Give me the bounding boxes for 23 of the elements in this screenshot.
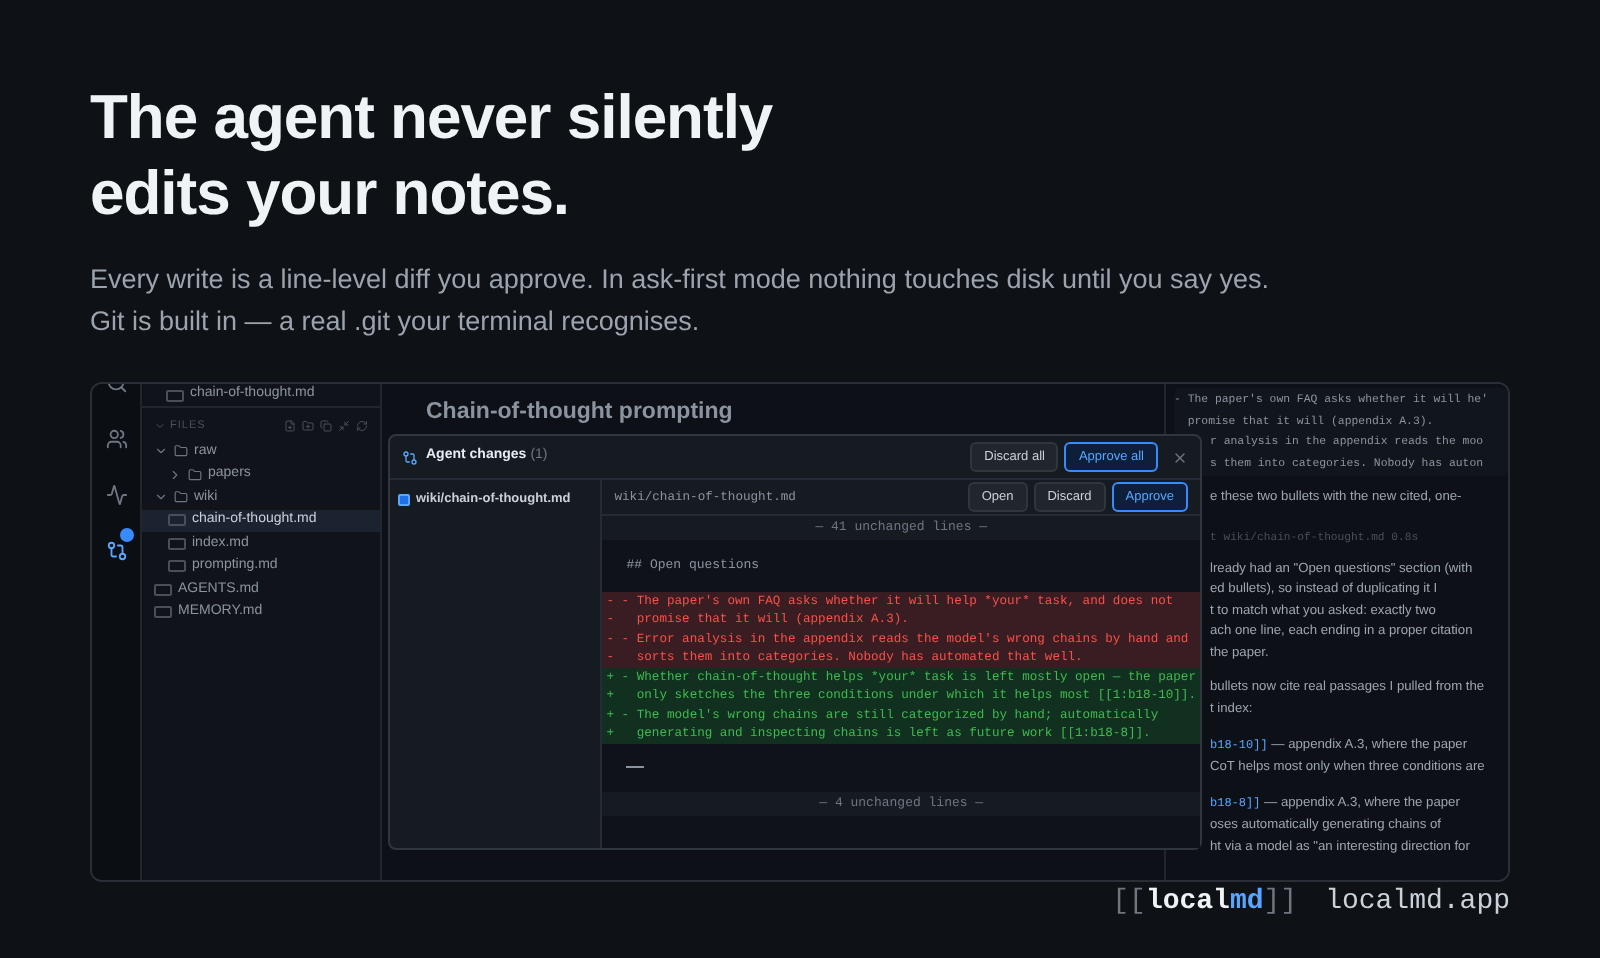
refresh-icon[interactable] — [356, 420, 368, 432]
logo-bracket: ]] — [1263, 884, 1298, 922]
new-file-icon[interactable] — [284, 420, 296, 432]
logo-suffix: md — [1229, 884, 1264, 922]
document-title: Chain-of-thought prompting — [426, 398, 733, 428]
folder-icon — [174, 444, 188, 459]
new-folder-icon[interactable] — [302, 420, 314, 432]
headline: The agent never silently — [90, 80, 773, 156]
file-checkbox[interactable] — [398, 494, 410, 506]
diff-icon[interactable] — [105, 540, 127, 562]
folder-icon — [174, 490, 188, 505]
pulse-icon[interactable] — [105, 484, 127, 506]
collapse-icon[interactable] — [338, 420, 350, 432]
description: Every write is a line-level diff you approve. In ask-first mode nothing touches disk until you say yes. Git is built in — a real .git your terminal recognises. — [90, 262, 1270, 340]
diff-icon — [402, 449, 418, 465]
close-icon[interactable] — [1172, 449, 1188, 465]
domain-text: localmd.app — [1325, 884, 1510, 922]
logo-bracket: [[ — [1112, 884, 1146, 922]
text-cursor — [626, 766, 645, 768]
logo-word: local — [1145, 884, 1230, 922]
people-icon[interactable] — [105, 428, 127, 450]
folder-icon — [188, 467, 202, 482]
headline: edits your notes. — [90, 156, 570, 232]
